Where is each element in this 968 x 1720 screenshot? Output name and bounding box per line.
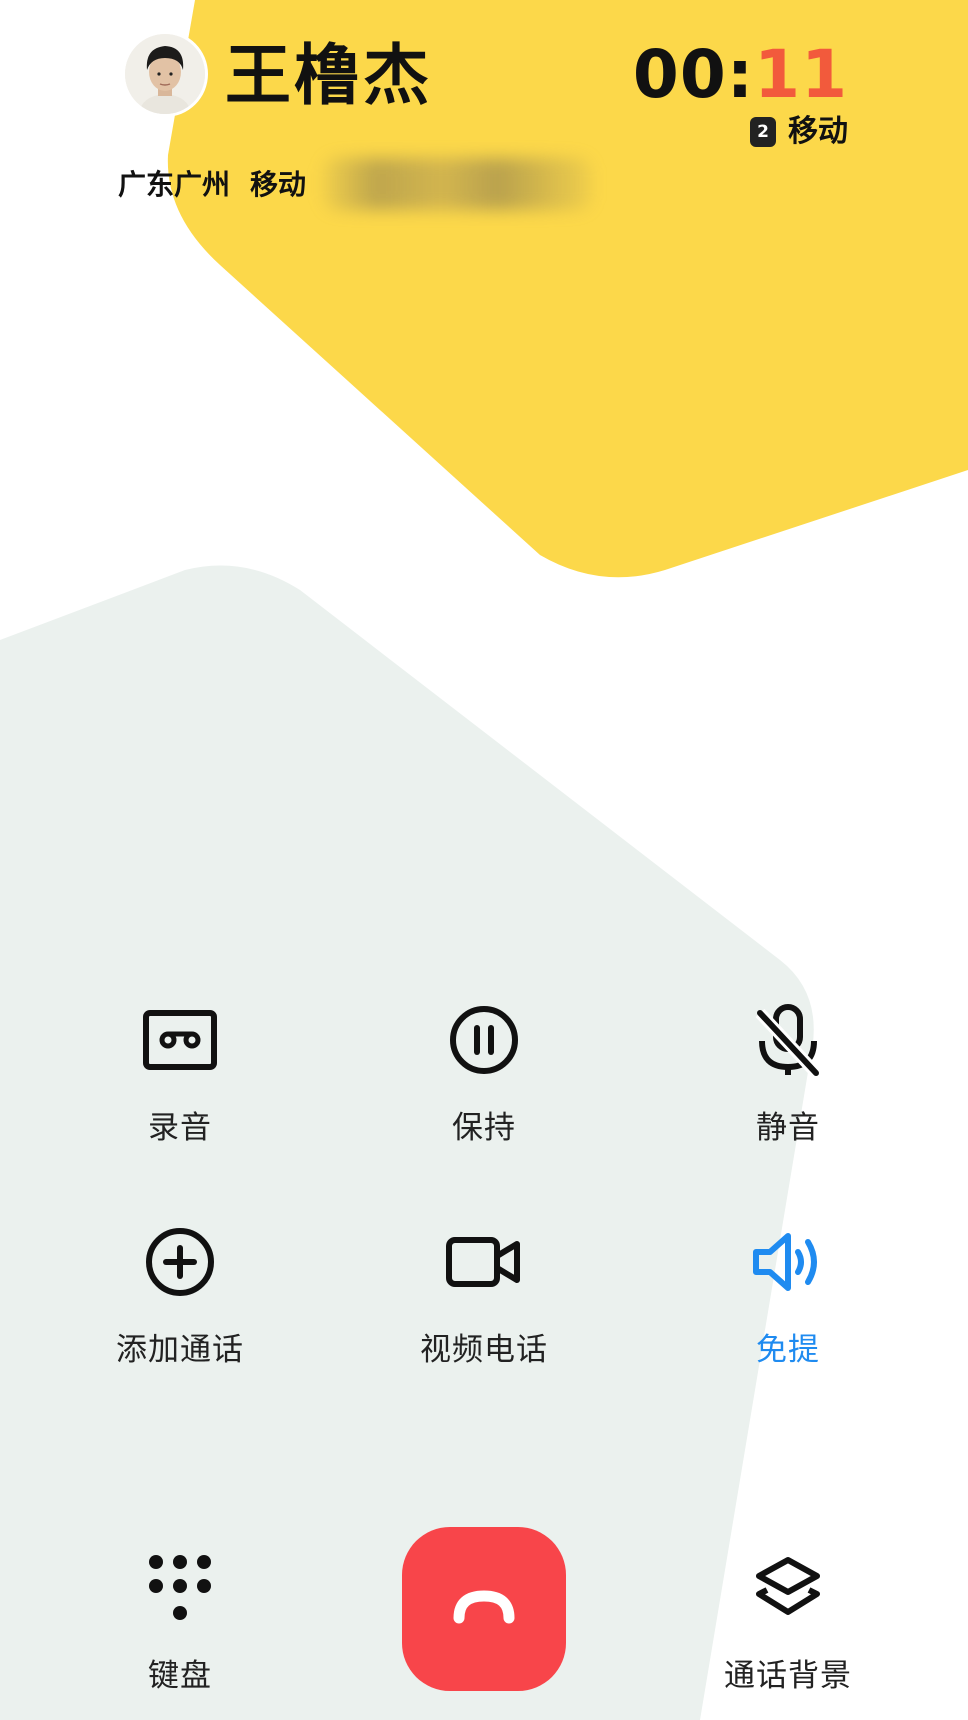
record-label: 录音 [148, 1110, 212, 1146]
speaker-label: 免提 [756, 1332, 820, 1368]
hang-up-icon [453, 1590, 515, 1628]
speaker-button[interactable]: 免提 [688, 1222, 888, 1370]
hold-button[interactable]: 保持 [384, 1000, 584, 1148]
contact-avatar [125, 34, 205, 114]
end-call-button[interactable] [402, 1527, 566, 1691]
add-call-button[interactable]: 添加通话 [80, 1222, 280, 1370]
sim-card-icon: 2 [750, 117, 776, 147]
blurred-phone-number [322, 158, 592, 210]
call-background-button[interactable]: 通话背景 [688, 1548, 888, 1696]
timer-minutes: 00: [632, 36, 755, 113]
call-timer: 00:11 [633, 36, 848, 114]
mute-label: 静音 [756, 1110, 820, 1146]
add-call-icon [140, 1222, 220, 1302]
pause-hold-icon [444, 1000, 524, 1080]
layers-icon [748, 1548, 828, 1628]
caller-location: 广东广州 移动 [118, 165, 306, 205]
location-text: 广东广州 [118, 168, 231, 201]
call-background-label: 通话背景 [724, 1658, 852, 1694]
record-button[interactable]: 录音 [80, 1000, 280, 1148]
carrier-text: 移动 [250, 168, 307, 201]
hold-label: 保持 [452, 1110, 516, 1146]
mic-off-icon [748, 1000, 828, 1080]
dialpad-button[interactable]: 键盘 [80, 1548, 280, 1696]
dialpad-icon [140, 1548, 220, 1628]
mute-button[interactable]: 静音 [688, 1000, 888, 1148]
dialpad-label: 键盘 [148, 1658, 212, 1694]
avatar-portrait [125, 34, 205, 114]
video-call-label: 视频电话 [420, 1332, 548, 1368]
contact-name: 王橹杰 [225, 37, 432, 114]
background-shapes [0, 0, 968, 1720]
cassette-record-icon [140, 1000, 220, 1080]
add-call-label: 添加通话 [116, 1332, 244, 1368]
video-call-button[interactable]: 视频电话 [384, 1222, 584, 1370]
video-camera-icon [444, 1222, 524, 1302]
sim-carrier: 移动 [788, 114, 848, 149]
sim-indicator: 2 移动 [750, 112, 848, 152]
timer-seconds: 11 [754, 36, 848, 113]
speaker-icon [748, 1222, 828, 1302]
